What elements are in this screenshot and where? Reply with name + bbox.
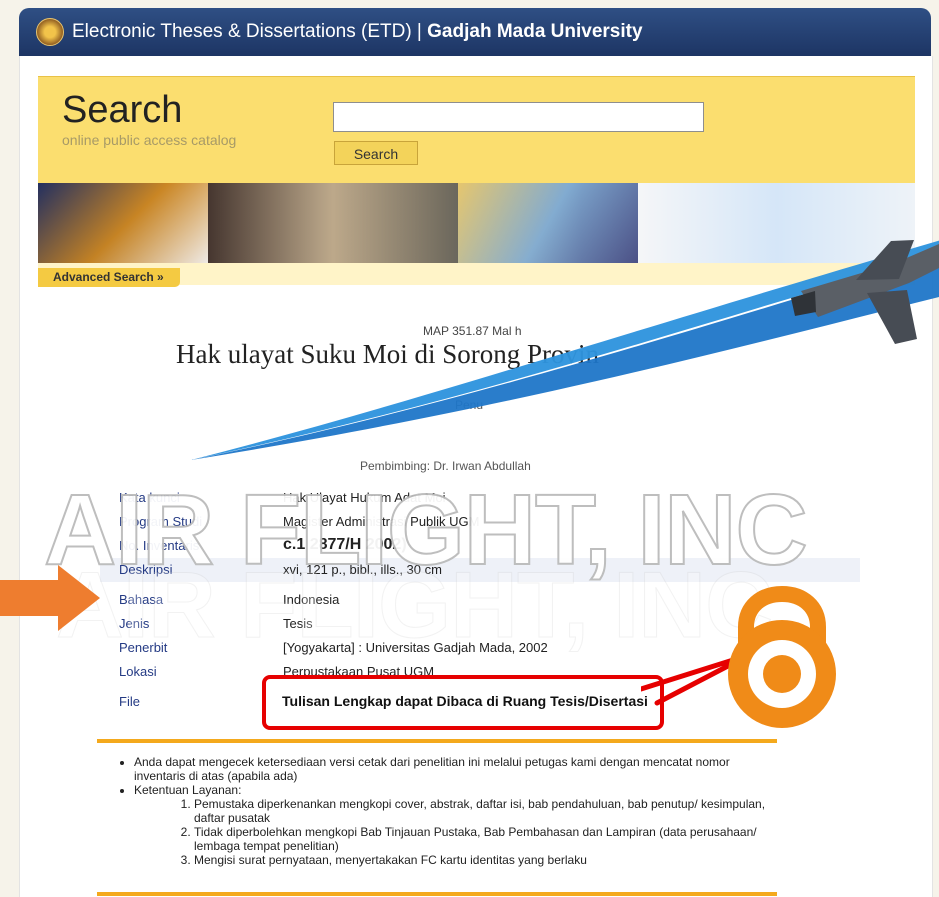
divider-bottom xyxy=(97,892,777,896)
site-title: Electronic Theses & Dissertations (ETD) … xyxy=(72,21,643,43)
notes-list: Anda dapat mengecek ketersediaan versi c… xyxy=(116,755,766,867)
site-title-bold: Gadjah Mada University xyxy=(427,21,643,42)
location-label: Lokasi xyxy=(119,664,157,679)
orange-arrow-icon xyxy=(0,565,100,631)
service-rules-list: Pemustaka diperkenankan mengkopi cover, … xyxy=(134,797,766,867)
file-callout-box: Tulisan Lengkap dapat Dibaca di Ruang Te… xyxy=(262,675,664,730)
search-button[interactable]: Search xyxy=(334,141,418,165)
advanced-search-link[interactable]: Advanced Search » xyxy=(38,268,180,287)
search-input[interactable] xyxy=(333,102,704,132)
notes-section: Anda dapat mengecek ketersediaan versi c… xyxy=(116,755,766,867)
airplane-swoosh-logo xyxy=(191,240,939,460)
watermark-text-reflection: AIR FLIGHT, INC xyxy=(55,552,773,658)
file-label: File xyxy=(119,694,140,709)
rule-2: Tidak diperbolehkan mengkopi Bab Tinjaua… xyxy=(194,825,766,853)
search-heading: Search xyxy=(62,89,183,131)
search-subheading: online public access catalog xyxy=(62,132,237,148)
banner-laptop-image xyxy=(38,183,208,263)
file-value: Tulisan Lengkap dapat Dibaca di Ruang Te… xyxy=(282,693,648,709)
note-availability: Anda dapat mengecek ketersediaan versi c… xyxy=(134,755,766,783)
note-service-rules: Ketentuan Layanan: Pemustaka diperkenank… xyxy=(134,783,766,867)
divider-top xyxy=(97,739,777,743)
supervisor-line: Pembimbing: Dr. Irwan Abdullah xyxy=(360,459,531,473)
rule-3: Mengisi surat pernyataan, menyertakakan … xyxy=(194,853,766,867)
site-header: Electronic Theses & Dissertations (ETD) … xyxy=(19,8,931,56)
university-logo-icon xyxy=(36,18,64,46)
service-rules-heading: Ketentuan Layanan: xyxy=(134,783,242,797)
site-title-prefix: Electronic Theses & Dissertations (ETD) … xyxy=(72,21,428,42)
open-lock-icon xyxy=(728,585,836,728)
rule-1: Pemustaka diperkenankan mengkopi cover, … xyxy=(194,797,766,825)
